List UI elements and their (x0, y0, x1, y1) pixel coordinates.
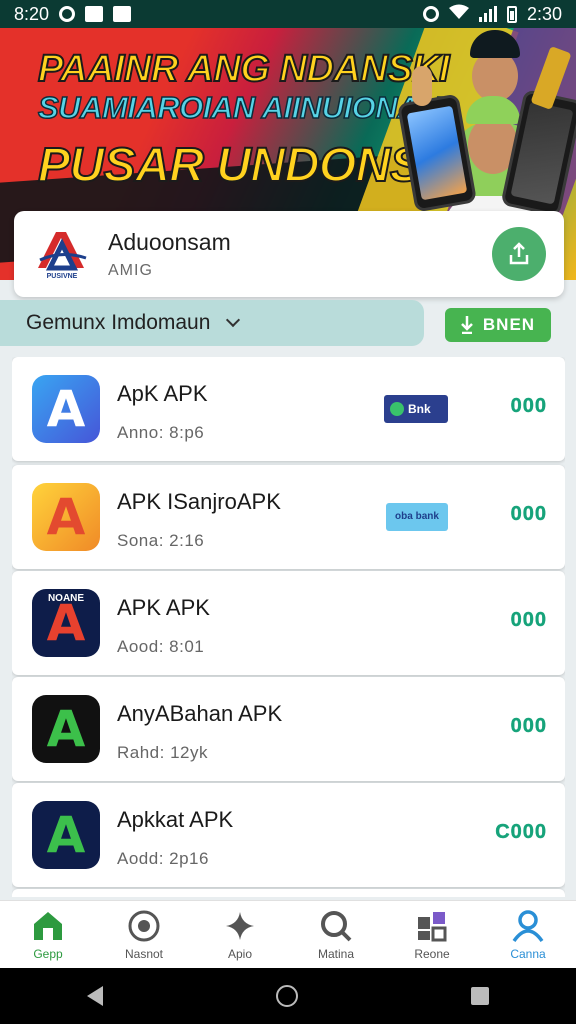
list-item[interactable]: A ApK APK Anno: 8:p6 Bnk 000 (12, 357, 565, 461)
list-item[interactable]: A APK ISanjroAPK Sona: 2:16 oba bank 000 (12, 465, 565, 569)
nav-item-apps[interactable]: Reone (384, 901, 480, 968)
app-meta: Aood: 8:01 (117, 637, 205, 656)
app-score: 000 (510, 503, 547, 525)
profile-icon (511, 909, 545, 943)
signal-icon (478, 6, 497, 22)
app-score: 000 (510, 395, 547, 417)
list-item[interactable]: A AnyABahan APK Rahd: 12yk 000 (12, 677, 565, 781)
app-name: ApK APK (117, 381, 208, 406)
app-meta: Anno: 8:p6 (117, 423, 205, 442)
bottom-nav: Gepp Nasnot Apio Matina Reone Canna (0, 900, 576, 968)
filter-action-label: BNEN (482, 315, 536, 334)
battery-icon (506, 5, 517, 23)
search-icon (319, 909, 353, 943)
nav-item-apps-sparkle[interactable]: Apio (192, 901, 288, 968)
alarm-icon (422, 6, 439, 22)
wifi-icon (448, 4, 469, 25)
upload-button[interactable] (492, 227, 546, 281)
app-name: APK ISanjroAPK (117, 489, 281, 514)
download-icon (461, 316, 473, 334)
app-icon: A (32, 801, 100, 869)
bank-badge: oba bank (386, 503, 448, 531)
status-time-right: 2:30 (526, 3, 562, 24)
nav-label: Reone (414, 946, 450, 961)
app-meta: Sona: 2:16 (117, 531, 205, 550)
home-button-icon[interactable] (275, 985, 298, 1007)
app-title: Aduoonsam (108, 228, 231, 255)
status-left: 8:20 (14, 3, 132, 25)
app-icon-caption: NOANE (47, 593, 85, 604)
app-logo: PUSIVNE (32, 228, 92, 280)
sparkle-icon (223, 909, 257, 943)
app-icon: A (32, 483, 100, 551)
chevron-down-icon (226, 312, 241, 328)
app-icon: A NOANE (32, 589, 100, 657)
nav-item-camera[interactable]: Nasnot (96, 901, 192, 968)
upload-icon (509, 242, 529, 265)
banner-hand-image (412, 66, 432, 106)
notification-app-icon (85, 6, 104, 22)
recents-icon[interactable] (471, 987, 490, 1005)
system-nav-bar (0, 968, 576, 1024)
nav-item-home[interactable]: Gepp (0, 901, 96, 968)
home-icon (31, 909, 65, 943)
checkbox-notification-icon (113, 6, 132, 22)
apps-icon (415, 909, 449, 943)
app-header-card[interactable]: PUSIVNE Aduoonsam AMIG (14, 211, 564, 297)
camera-icon (127, 909, 161, 943)
back-icon[interactable] (86, 986, 103, 1006)
app-meta: Rahd: 12yk (117, 743, 208, 762)
nav-item-profile[interactable]: Canna (480, 901, 576, 968)
nav-item-search[interactable]: Matina (288, 901, 384, 968)
app-name: Apkkat APK (117, 807, 234, 832)
nav-label: Matina (317, 946, 355, 961)
status-right: 2:30 (422, 3, 562, 25)
category-dropdown-label: Gemunx Imdomaun (26, 311, 211, 334)
app-icon: A (32, 695, 100, 763)
status-bar: 8:20 2:30 (0, 0, 576, 28)
list-item[interactable]: A NOANE APK APK Aood: 8:01 000 (12, 571, 565, 675)
nav-label: Apio (227, 946, 253, 961)
list-item[interactable]: A Apkkat APK Aodd: 2p16 C000 (12, 783, 565, 887)
nav-label: Canna (510, 946, 546, 961)
status-time-left: 8:20 (14, 3, 50, 24)
app-info: Aduoonsam AMIG (108, 229, 231, 280)
filter-action-button[interactable]: BNEN (445, 308, 551, 342)
notification-icon (59, 6, 76, 22)
category-dropdown[interactable]: Gemunx Imdomaun (0, 300, 424, 346)
app-icon: A (32, 375, 100, 443)
banner-headline: PAAINR ANG NDANSKI (37, 47, 451, 91)
list-item[interactable] (12, 889, 565, 897)
nav-label: Gepp (33, 946, 63, 961)
app-list[interactable]: A ApK APK Anno: 8:p6 Bnk 000 A APK ISanj… (12, 357, 565, 897)
app-name: AnyABahan APK (117, 701, 283, 726)
app-subtitle: AMIG (108, 261, 153, 279)
nav-label: Nasnot (124, 946, 164, 961)
app-meta: Aodd: 2p16 (117, 849, 209, 868)
svg-text:PUSIVNE: PUSIVNE (47, 273, 78, 280)
app-score: C000 (495, 821, 547, 843)
app-name: APK APK (117, 595, 210, 620)
bank-badge: Bnk (384, 395, 448, 423)
app-score: 000 (510, 609, 547, 631)
app-score: 000 (510, 715, 547, 737)
banner-subheadline: SUAMIAROIAN AIINUIONAH (37, 89, 442, 126)
